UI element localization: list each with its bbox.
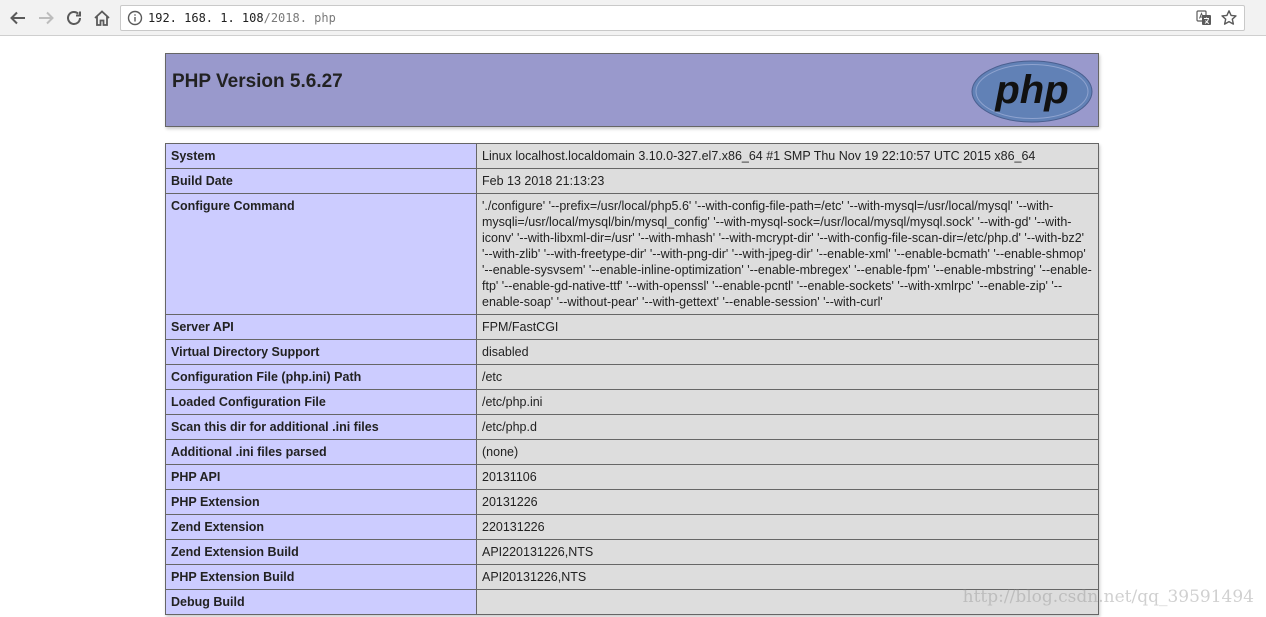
table-row: Build Date Feb 13 2018 21:13:23 — [165, 168, 1099, 194]
table-row: Loaded Configuration File/etc/php.ini — [165, 389, 1099, 415]
reload-button[interactable] — [62, 6, 86, 30]
row-value: Linux localhost.localdomain 3.10.0-327.e… — [476, 143, 1099, 169]
php-version-title: PHP Version 5.6.27 — [172, 71, 343, 92]
php-logo-text: php — [994, 68, 1068, 112]
row-value: /etc — [476, 364, 1099, 390]
php-logo-icon[interactable]: php — [971, 60, 1093, 123]
reload-icon — [67, 11, 81, 25]
browser-toolbar: 192. 168. 1. 108/2018. php — [0, 0, 1266, 36]
row-key: Loaded Configuration File — [165, 389, 477, 415]
table-row: PHP Extension Build API20131226,NTS — [165, 564, 1099, 590]
row-key: Virtual Directory Support — [165, 339, 477, 365]
back-button[interactable] — [6, 6, 30, 30]
row-value: FPM/FastCGI — [476, 314, 1099, 340]
phpinfo-header: PHP Version 5.6.27 php — [165, 53, 1099, 127]
table-row: Configure Command './configure' '--prefix… — [165, 193, 1099, 315]
table-row: PHP Extension 20131226 — [165, 489, 1099, 515]
table-row: PHP API 20131106 — [165, 464, 1099, 490]
row-key: PHP Extension — [165, 489, 477, 515]
address-bar[interactable]: 192. 168. 1. 108/2018. php — [120, 5, 1245, 31]
home-button[interactable] — [90, 6, 114, 30]
row-key: Build Date — [165, 168, 477, 194]
url-host: 192. 168. 1. 108 — [148, 11, 264, 25]
row-key: Additional .ini files parsed — [165, 439, 477, 465]
row-key: Configure Command — [165, 193, 477, 315]
table-row: System Linux localhost.localdomain 3.10.0… — [165, 143, 1099, 169]
page-content: PHP Version 5.6.27 php System Linux local… — [0, 36, 1266, 617]
url-text[interactable]: 192. 168. 1. 108/2018. php — [148, 11, 336, 25]
row-value: Feb 13 2018 21:13:23 — [476, 168, 1099, 194]
translate-icon[interactable] — [1196, 10, 1212, 26]
row-value: API20131226,NTS — [476, 564, 1099, 590]
row-key: Scan this dir for additional .ini files — [165, 414, 477, 440]
row-key: Zend Extension Build — [165, 539, 477, 565]
row-value: 220131226 — [476, 514, 1099, 540]
bookmark-star-icon[interactable] — [1220, 9, 1238, 27]
table-row: Zend Extension Build API220131226,NTS — [165, 539, 1099, 565]
row-value: disabled — [476, 339, 1099, 365]
row-key: PHP Extension Build — [165, 564, 477, 590]
row-key: Server API — [165, 314, 477, 340]
arrow-left-icon — [10, 11, 25, 25]
info-icon[interactable] — [127, 10, 143, 26]
arrow-right-icon — [39, 11, 54, 25]
table-row: Scan this dir for additional .ini files /… — [165, 414, 1099, 440]
row-value: API220131226,NTS — [476, 539, 1099, 565]
row-key: Zend Extension — [165, 514, 477, 540]
row-key: PHP API — [165, 464, 477, 490]
url-path: /2018. php — [263, 11, 336, 25]
row-key: Configuration File (php.ini) Path — [165, 364, 477, 390]
php-info-table: System Linux localhost.localdomain 3.10.0… — [165, 143, 1099, 615]
table-row: Server API FPM/FastCGI — [165, 314, 1099, 340]
row-key: Debug Build — [165, 589, 477, 615]
forward-button[interactable] — [34, 6, 58, 30]
watermark: http://blog.csdn.net/qq_39591494 — [962, 587, 1254, 607]
table-row: Configuration File (php.ini) Path/etc — [165, 364, 1099, 390]
row-key: System — [165, 143, 477, 169]
row-value: 20131226 — [476, 489, 1099, 515]
row-value: /etc/php.d — [476, 414, 1099, 440]
row-value: './configure' '--prefix=/usr/local/php5.… — [476, 193, 1099, 315]
row-value: 20131106 — [476, 464, 1099, 490]
table-row: Additional .ini files parsed (none) — [165, 439, 1099, 465]
table-row: Zend Extension 220131226 — [165, 514, 1099, 540]
row-value: (none) — [476, 439, 1099, 465]
row-value: /etc/php.ini — [476, 389, 1099, 415]
home-icon — [94, 10, 110, 26]
table-row: Virtual Directory Support disabled — [165, 339, 1099, 365]
table-row: Debug Build — [165, 589, 1099, 615]
